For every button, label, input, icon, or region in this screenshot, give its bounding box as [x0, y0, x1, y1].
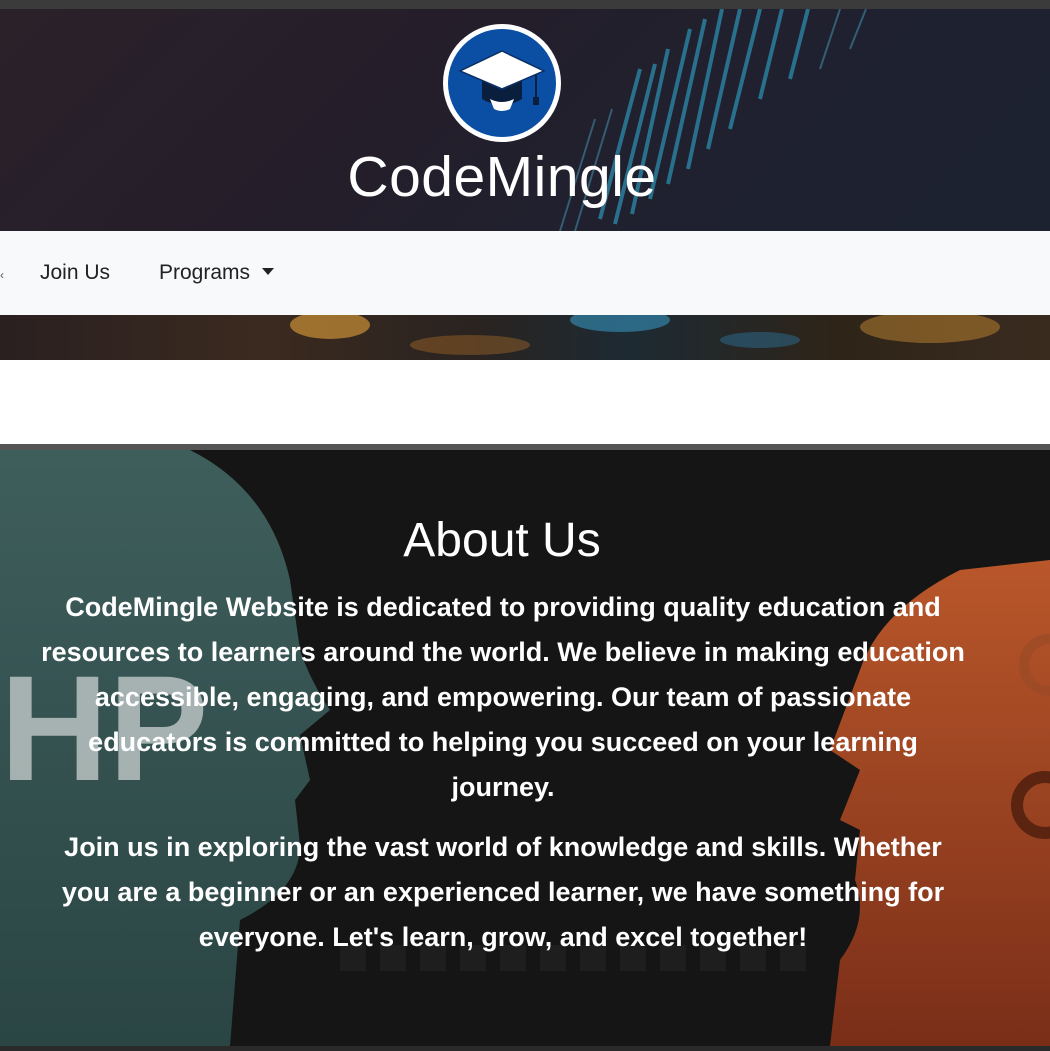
content-spacer [0, 360, 1050, 444]
top-edge-bar [0, 0, 1050, 9]
nav-overflow-indicator: ‹ [0, 268, 4, 282]
chevron-down-icon [262, 268, 275, 275]
main-navbar: ‹ Join Us Programs [0, 231, 1050, 315]
about-paragraph-2: Join us in exploring the vast world of k… [61, 832, 945, 952]
logo-badge [448, 29, 556, 137]
nav-programs-label: Programs [159, 261, 251, 284]
site-header: CodeMingle [0, 9, 1050, 231]
graduation-cap-icon [458, 50, 546, 111]
about-heading: About Us [403, 514, 601, 567]
hero-strip-graphic [290, 315, 1000, 355]
hero-image-strip [0, 315, 1050, 360]
site-title[interactable]: CodeMingle [0, 144, 1004, 210]
site-logo[interactable] [443, 24, 561, 142]
about-paragraph-1: CodeMingle Website is dedicated to provi… [41, 592, 965, 802]
about-section: HP About Us CodeMingle Website is dedica… [0, 450, 1050, 1046]
nav-join-us[interactable]: Join Us [40, 231, 110, 315]
bottom-edge-bar [0, 1046, 1050, 1051]
nav-programs-dropdown[interactable]: Programs [159, 231, 275, 315]
